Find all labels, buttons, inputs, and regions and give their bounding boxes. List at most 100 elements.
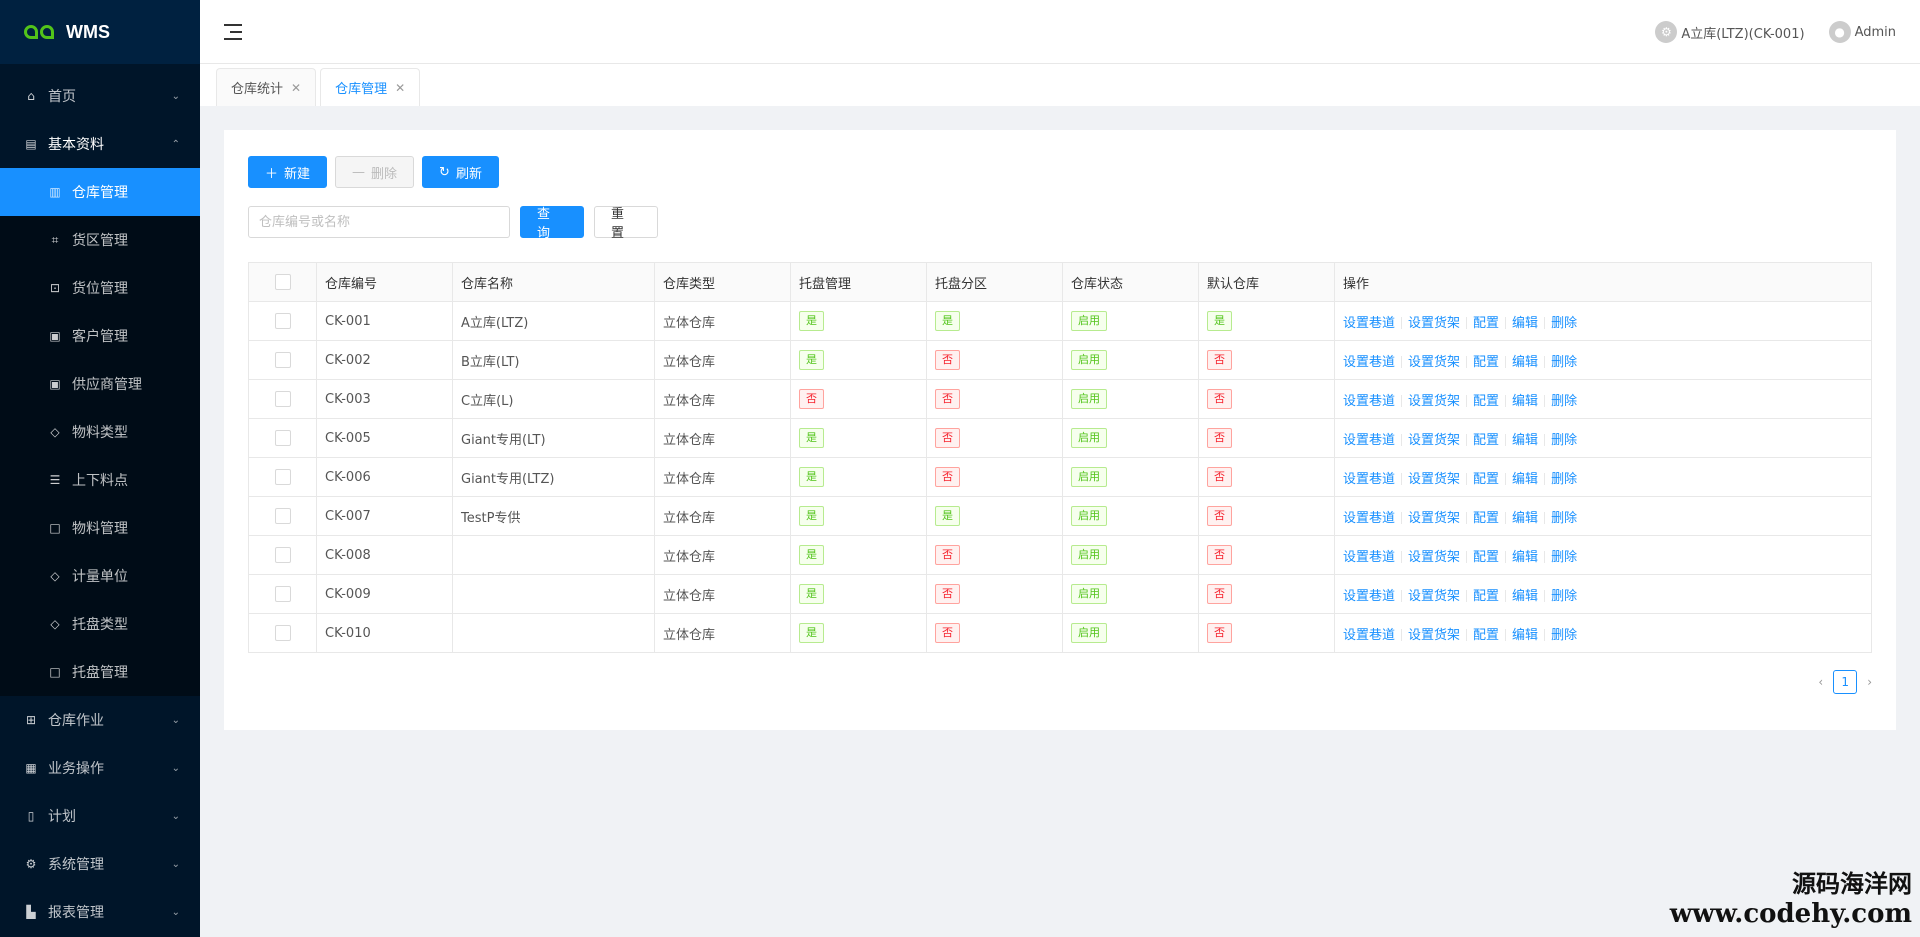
column-header[interactable]: 托盘管理 xyxy=(790,262,927,302)
row-checkbox[interactable] xyxy=(274,508,291,524)
delete-link[interactable]: 删除 xyxy=(1551,355,1577,370)
sidebar-item-label: 托盘管理 xyxy=(72,665,128,681)
delete-link[interactable]: 删除 xyxy=(1551,589,1577,604)
set-aisle-link[interactable]: 设置巷道 xyxy=(1343,472,1395,487)
set-shelf-link[interactable]: 设置货架 xyxy=(1408,472,1460,487)
set-shelf-link[interactable]: 设置货架 xyxy=(1408,550,1460,565)
edit-link[interactable]: 编辑 xyxy=(1512,433,1538,448)
refresh-button[interactable]: ↻ 刷新 xyxy=(422,156,499,188)
set-shelf-link[interactable]: 设置货架 xyxy=(1408,589,1460,604)
prev-page-icon[interactable]: ‹ xyxy=(1818,675,1823,689)
row-checkbox[interactable] xyxy=(274,547,291,563)
column-header[interactable]: 托盘分区 xyxy=(926,262,1063,302)
set-aisle-link[interactable]: 设置巷道 xyxy=(1343,433,1395,448)
sidebar-item-warehouse-management[interactable]: ▥ 仓库管理 xyxy=(0,168,200,216)
row-checkbox[interactable] xyxy=(274,586,291,602)
column-header[interactable]: 仓库类型 xyxy=(654,262,791,302)
tab-warehouse-statistics[interactable]: 仓库统计 ✕ xyxy=(216,68,317,106)
set-aisle-link[interactable]: 设置巷道 xyxy=(1343,550,1395,565)
select-all-checkbox[interactable] xyxy=(274,274,291,290)
set-shelf-link[interactable]: 设置货架 xyxy=(1408,511,1460,526)
delete-link[interactable]: 删除 xyxy=(1551,316,1577,331)
next-page-icon[interactable]: › xyxy=(1867,675,1872,689)
sidebar-item-pallet-type[interactable]: ◇ 托盘类型 xyxy=(0,600,200,648)
sidebar-item-loading-points[interactable]: ☰ 上下料点 xyxy=(0,456,200,504)
reset-button[interactable]: 重 置 xyxy=(594,206,658,241)
new-button[interactable]: ＋ 新建 xyxy=(248,156,328,188)
configure-link[interactable]: 配置 xyxy=(1473,472,1499,487)
delete-link[interactable]: 删除 xyxy=(1551,394,1577,409)
sidebar-item-supplier-management[interactable]: ▣ 供应商管理 xyxy=(0,360,200,408)
sidebar-item-pallet-management[interactable]: □ 托盘管理 xyxy=(0,648,200,696)
delete-link[interactable]: 删除 xyxy=(1551,628,1577,643)
warehouse-selector[interactable]: ⚙ A立库(LTZ)(CK-001) xyxy=(1655,21,1805,43)
sidebar-item-customer-management[interactable]: ▣ 客户管理 xyxy=(0,312,200,360)
set-aisle-link[interactable]: 设置巷道 xyxy=(1343,589,1395,604)
edit-link[interactable]: 编辑 xyxy=(1512,511,1538,526)
set-aisle-link[interactable]: 设置巷道 xyxy=(1343,394,1395,409)
page-number[interactable]: 1 xyxy=(1833,670,1858,694)
sidebar-item-business-operations[interactable]: ▦ 业务操作 ⌄ xyxy=(0,744,200,792)
close-icon[interactable]: ✕ xyxy=(291,81,301,95)
search-input[interactable] xyxy=(248,206,510,238)
configure-link[interactable]: 配置 xyxy=(1473,355,1499,370)
column-header[interactable]: 仓库状态 xyxy=(1062,262,1199,302)
pallet-management-tag: 否 xyxy=(799,389,824,409)
set-shelf-link[interactable]: 设置货架 xyxy=(1408,628,1460,643)
delete-link[interactable]: 删除 xyxy=(1551,472,1577,487)
row-checkbox[interactable] xyxy=(274,430,291,446)
edit-link[interactable]: 编辑 xyxy=(1512,316,1538,331)
sidebar-item-plan[interactable]: ▯ 计划 ⌄ xyxy=(0,792,200,840)
configure-link[interactable]: 配置 xyxy=(1473,511,1499,526)
column-header[interactable]: 仓库编号 xyxy=(316,262,453,302)
row-checkbox[interactable] xyxy=(274,391,291,407)
sidebar-item-material-management[interactable]: □ 物料管理 xyxy=(0,504,200,552)
sidebar-item-area-management[interactable]: ⌗ 货区管理 xyxy=(0,216,200,264)
sidebar-item-material-type[interactable]: ◇ 物料类型 xyxy=(0,408,200,456)
action-divider xyxy=(1466,395,1468,407)
configure-link[interactable]: 配置 xyxy=(1473,394,1499,409)
close-icon[interactable]: ✕ xyxy=(395,81,405,95)
edit-link[interactable]: 编辑 xyxy=(1512,355,1538,370)
delete-button[interactable]: — 删除 xyxy=(335,156,415,188)
configure-link[interactable]: 配置 xyxy=(1473,589,1499,604)
column-header[interactable]: 仓库名称 xyxy=(452,262,655,302)
set-aisle-link[interactable]: 设置巷道 xyxy=(1343,316,1395,331)
delete-link[interactable]: 删除 xyxy=(1551,550,1577,565)
edit-link[interactable]: 编辑 xyxy=(1512,472,1538,487)
warehouse-code: CK-008 xyxy=(316,535,453,575)
sidebar-item-home[interactable]: ⌂ 首页 ⌄ xyxy=(0,72,200,120)
sidebar-item-report-management[interactable]: ▙ 报表管理 ⌄ xyxy=(0,888,200,936)
row-checkbox[interactable] xyxy=(274,625,291,641)
sidebar-item-unit-of-measure[interactable]: ◇ 计量单位 xyxy=(0,552,200,600)
configure-link[interactable]: 配置 xyxy=(1473,628,1499,643)
set-aisle-link[interactable]: 设置巷道 xyxy=(1343,511,1395,526)
set-aisle-link[interactable]: 设置巷道 xyxy=(1343,355,1395,370)
tab-warehouse-management[interactable]: 仓库管理 ✕ xyxy=(320,68,421,106)
set-shelf-link[interactable]: 设置货架 xyxy=(1408,355,1460,370)
query-button[interactable]: 查 询 xyxy=(520,206,584,241)
edit-link[interactable]: 编辑 xyxy=(1512,589,1538,604)
user-menu[interactable]: ● Admin xyxy=(1828,21,1896,43)
sidebar-item-basic-data[interactable]: ▤ 基本资料 ⌃ xyxy=(0,120,200,168)
row-checkbox[interactable] xyxy=(274,469,291,485)
edit-link[interactable]: 编辑 xyxy=(1512,628,1538,643)
menu-collapse-icon[interactable] xyxy=(224,23,242,40)
sidebar-item-warehouse-operations[interactable]: ⊞ 仓库作业 ⌄ xyxy=(0,696,200,744)
configure-link[interactable]: 配置 xyxy=(1473,433,1499,448)
delete-link[interactable]: 删除 xyxy=(1551,511,1577,526)
configure-link[interactable]: 配置 xyxy=(1473,316,1499,331)
set-shelf-link[interactable]: 设置货架 xyxy=(1408,316,1460,331)
set-shelf-link[interactable]: 设置货架 xyxy=(1408,394,1460,409)
edit-link[interactable]: 编辑 xyxy=(1512,550,1538,565)
set-shelf-link[interactable]: 设置货架 xyxy=(1408,433,1460,448)
configure-link[interactable]: 配置 xyxy=(1473,550,1499,565)
sidebar-item-system-management[interactable]: ⚙ 系统管理 ⌄ xyxy=(0,840,200,888)
row-checkbox[interactable] xyxy=(274,313,291,329)
column-header[interactable]: 默认仓库 xyxy=(1198,262,1335,302)
edit-link[interactable]: 编辑 xyxy=(1512,394,1538,409)
row-checkbox[interactable] xyxy=(274,352,291,368)
sidebar-item-location-management[interactable]: ⊡ 货位管理 xyxy=(0,264,200,312)
delete-link[interactable]: 删除 xyxy=(1551,433,1577,448)
set-aisle-link[interactable]: 设置巷道 xyxy=(1343,628,1395,643)
